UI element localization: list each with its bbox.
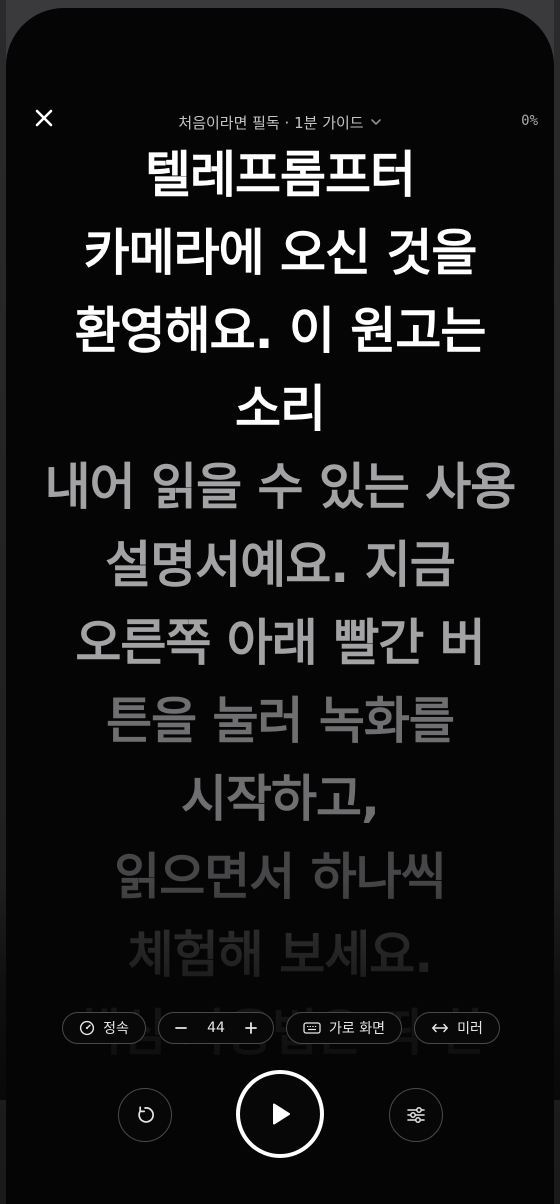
script-line: 소리	[235, 380, 326, 438]
landscape-label: 가로 화면	[329, 1021, 385, 1037]
close-button[interactable]	[30, 104, 58, 132]
minus-icon	[175, 1027, 187, 1029]
script-line: 카메라에 오신 것을	[83, 224, 478, 282]
script-line: 내어 읽을 수 있는 사용	[44, 458, 517, 516]
font-size-stepper: 44	[158, 1012, 274, 1044]
keyboard-landscape-icon	[303, 1022, 321, 1034]
mirror-label: 미러	[457, 1021, 483, 1037]
plus-icon	[245, 1022, 257, 1034]
restart-button[interactable]	[118, 1088, 172, 1142]
progress-percentage: 0%	[521, 113, 538, 129]
settings-button[interactable]	[389, 1088, 443, 1142]
frame-edge-right	[554, 0, 560, 1204]
script-line: 오른쪽 아래 빨간 버	[75, 614, 485, 672]
script-line: 텔레프롬프터	[145, 146, 416, 204]
script-line: 설명서예요. 지금	[105, 536, 455, 594]
play-icon	[273, 1103, 290, 1125]
device-frame: 처음이라면 필독 · 1분 가이드 0% 텔레프롬프터카메라에 오신 것을환영해…	[0, 0, 560, 1204]
landscape-button[interactable]: 가로 화면	[286, 1012, 402, 1044]
restart-icon	[138, 1106, 154, 1123]
script-line: 튼을 눌러 녹화를	[106, 692, 455, 750]
mirror-button[interactable]: 미러	[414, 1012, 500, 1044]
speed-button[interactable]: 정속	[62, 1012, 146, 1044]
speed-label: 정속	[103, 1021, 129, 1037]
font-size-value: 44	[207, 1020, 225, 1036]
font-size-decrease-button[interactable]	[171, 1018, 191, 1038]
script-line: 시작하고,	[181, 770, 380, 828]
font-size-increase-button[interactable]	[241, 1018, 261, 1038]
frame-edge-left	[0, 0, 6, 1204]
script-title-selector[interactable]: 처음이라면 필독 · 1분 가이드	[140, 110, 420, 134]
close-icon	[35, 109, 53, 127]
chevron-down-icon	[370, 116, 382, 128]
play-button[interactable]	[236, 1070, 324, 1158]
script-line: 읽으면서 하나씩	[114, 848, 446, 906]
script-title: 처음이라면 필독 · 1분 가이드	[178, 113, 364, 132]
gauge-icon	[80, 1020, 95, 1036]
script-line: 체험해 보세요.	[127, 926, 433, 984]
sliders-icon	[407, 1107, 425, 1123]
script-text: 텔레프롬프터카메라에 오신 것을환영해요. 이 원고는소리내어 읽을 수 있는 …	[6, 136, 554, 1072]
mirror-arrows-icon	[432, 1023, 449, 1033]
script-line: 환영해요. 이 원고는	[74, 302, 487, 360]
